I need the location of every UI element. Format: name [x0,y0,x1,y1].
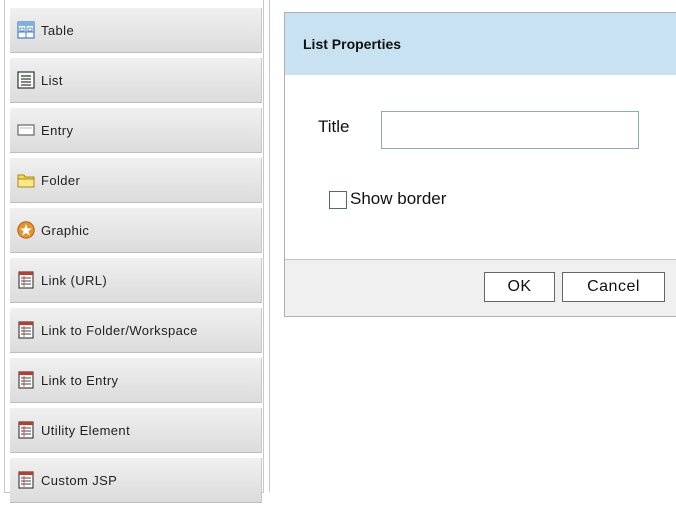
link-entry-icon [17,371,35,389]
title-label: Title [318,117,350,136]
show-border-label[interactable]: Show border [350,189,446,209]
palette-item-link-folder[interactable]: Link to Folder/Workspace [10,308,262,353]
utility-icon [17,421,35,439]
palette-item-label: List [41,72,63,88]
palette-item-label: Graphic [41,222,90,238]
entry-icon [17,121,35,139]
palette-item-label: Link to Entry [41,372,119,388]
palette-item-list[interactable]: List [10,58,262,103]
cancel-button[interactable]: Cancel [562,272,665,302]
palette-item-utility-element[interactable]: Utility Element [10,408,262,453]
custom-jsp-icon [17,471,35,489]
palette-item-label: Utility Element [41,422,131,438]
dialog-footer: OK Cancel [285,259,676,316]
palette-item-custom-jsp[interactable]: Custom JSP [10,458,262,503]
element-palette: Table List Entry Folder Graphic Link (UR… [4,0,264,503]
folder-icon [17,171,35,189]
palette-item-label: Link to Folder/Workspace [41,322,198,338]
palette-item-label: Custom JSP [41,472,118,488]
link-folder-icon [17,321,35,339]
dialog-title: List Properties [285,13,676,75]
palette-item-label: Table [41,22,75,38]
palette-item-entry[interactable]: Entry [10,108,262,153]
list-icon [17,71,35,89]
dialog-body: Title Show border [285,75,676,259]
palette-item-graphic[interactable]: Graphic [10,208,262,253]
graphic-icon [17,221,35,239]
palette-item-folder[interactable]: Folder [10,158,262,203]
show-border-checkbox[interactable] [329,191,347,209]
list-properties-dialog: List Properties Title Show border OK Can… [284,12,676,317]
table-icon [17,21,35,39]
palette-item-link-entry[interactable]: Link to Entry [10,358,262,403]
palette-item-label: Folder [41,172,81,188]
ok-button[interactable]: OK [484,272,555,302]
palette-item-label: Link (URL) [41,272,108,288]
panel-divider [269,0,270,492]
link-url-icon [17,271,35,289]
title-input[interactable] [381,111,639,149]
palette-item-table[interactable]: Table [10,8,262,53]
palette-item-label: Entry [41,122,74,138]
palette-item-link-url[interactable]: Link (URL) [10,258,262,303]
